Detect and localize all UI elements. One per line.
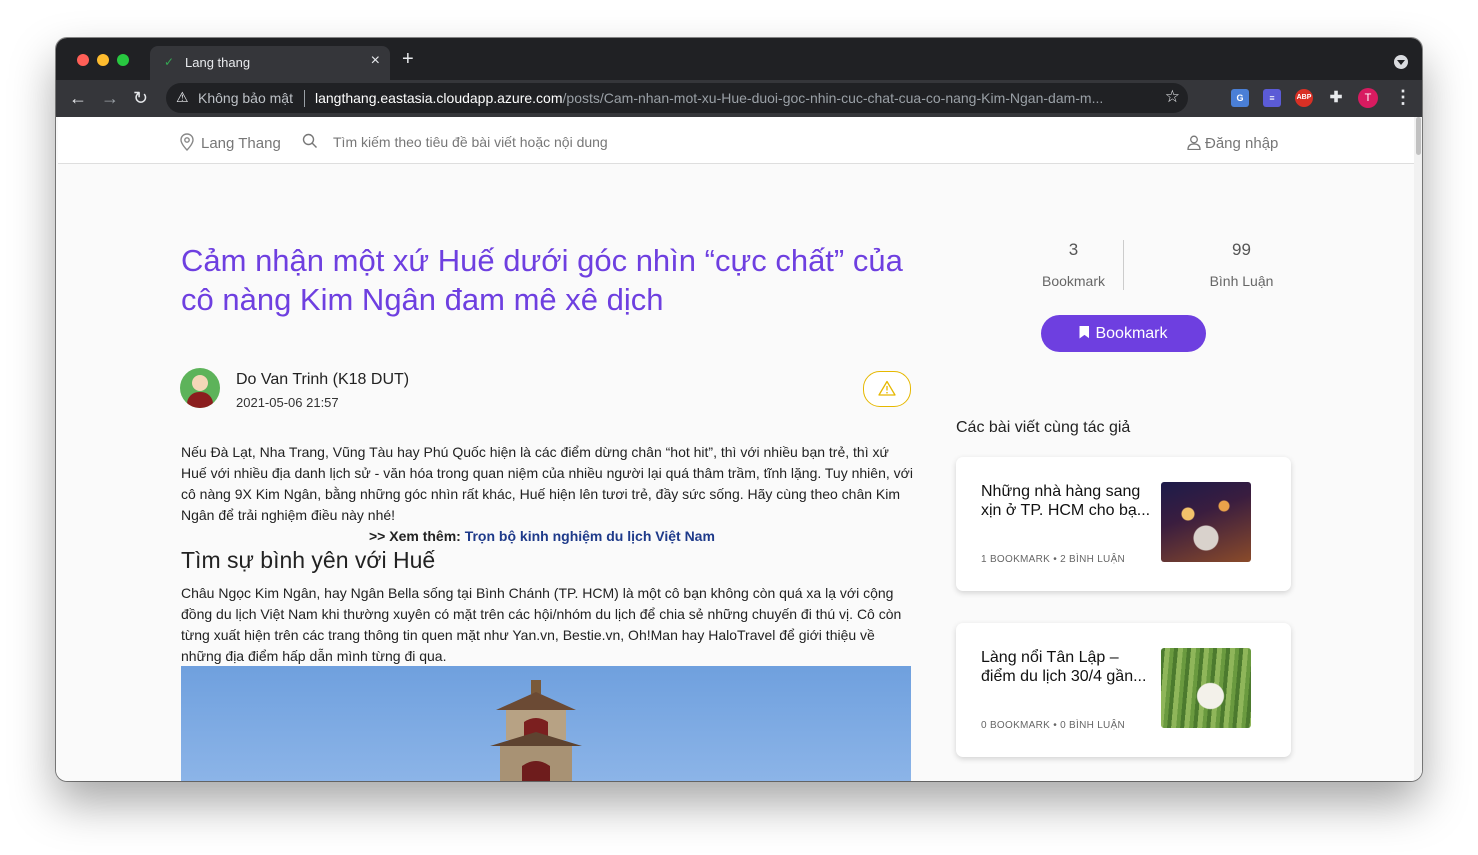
related-post-thumbnail[interactable]	[1161, 648, 1251, 728]
translate-extension-icon[interactable]: G	[1231, 89, 1249, 107]
post-title: Cảm nhận một xứ Huế dưới góc nhìn “cực c…	[181, 243, 903, 317]
browser-toolbar: ← → ↻ ⚠ Không bảo mật langthang.eastasia…	[56, 80, 1422, 117]
forward-icon[interactable]: →	[101, 88, 119, 108]
bookmark-button[interactable]: Bookmark	[1041, 315, 1206, 352]
insecure-warning-icon[interactable]: ⚠	[176, 89, 189, 106]
login-label: Đăng nhập	[1205, 135, 1279, 152]
related-post-card[interactable]: Làng nổi Tân Lập – điểm du lịch 30/4 gần…	[956, 623, 1291, 757]
related-post-meta: 1 BOOKMARK • 2 BÌNH LUẬN	[981, 554, 1126, 565]
address-bar[interactable]: ⚠ Không bảo mật langthang.eastasia.cloud…	[166, 83, 1188, 113]
user-icon	[1187, 135, 1201, 151]
related-post-meta: 0 BOOKMARK • 0 BÌNH LUẬN	[981, 720, 1126, 731]
warning-icon	[878, 380, 896, 396]
adblock-extension-icon[interactable]: ABP	[1295, 89, 1313, 107]
bookmark-icon	[1079, 325, 1090, 339]
author-avatar[interactable]	[180, 368, 220, 408]
related-posts-title: Các bài viết cùng tác giả	[956, 419, 1131, 436]
puzzle-extensions-icon[interactable]: ✚	[1327, 89, 1345, 107]
post-date: 2021-05-06 21:57	[236, 395, 339, 410]
reload-icon[interactable]: ↻	[133, 88, 148, 108]
tab-bar: ✓ Lang thang × +	[56, 38, 1422, 80]
url-text[interactable]: langthang.eastasia.cloudapp.azure.com/po…	[315, 90, 1150, 106]
tab-search-icon[interactable]	[1394, 55, 1408, 69]
comment-stat: 99 Bình Luận	[1159, 240, 1324, 289]
tab-title: Lang thang	[185, 55, 251, 70]
post-stats: 3 Bookmark 99 Bình Luận	[991, 240, 1321, 290]
browser-window: ✓ Lang thang × + ← → ↻ ⚠ Không bảo mật l…	[56, 38, 1422, 781]
comment-count: 99	[1232, 240, 1251, 259]
new-tab-icon[interactable]: +	[402, 49, 414, 69]
bookmark-button-label: Bookmark	[1095, 324, 1168, 342]
maximize-window-button[interactable]	[117, 54, 129, 66]
map-pin-icon[interactable]	[180, 133, 194, 156]
web-page: Lang Thang Đăng nhập Cảm nhận một xứ Huế…	[56, 117, 1422, 781]
see-more-prefix: >> Xem thêm:	[369, 528, 465, 544]
related-post-card[interactable]: Những nhà hàng sang xịn ở TP. HCM cho bạ…	[956, 457, 1291, 591]
security-label[interactable]: Không bảo mật	[198, 90, 293, 106]
bookmark-stat: 3 Bookmark	[991, 240, 1156, 289]
comment-stat-label: Bình Luận	[1209, 273, 1274, 289]
author-name[interactable]: Do Van Trinh (K18 DUT)	[236, 371, 409, 389]
intro-paragraph: Nếu Đà Lạt, Nha Trang, Vũng Tàu hay Phú …	[181, 444, 913, 523]
bookmark-star-icon[interactable]: ☆	[1165, 87, 1180, 107]
brand-link[interactable]: Lang Thang	[201, 135, 281, 152]
pagoda-illustration	[490, 680, 582, 781]
related-post-thumbnail[interactable]	[1161, 482, 1251, 562]
see-more: >> Xem thêm: Trọn bộ kinh nghiệm du lịch…	[369, 528, 715, 544]
extension-icon[interactable]: ≡	[1263, 89, 1281, 107]
section-heading: Tìm sự bình yên với Huế	[181, 547, 436, 573]
minimize-window-button[interactable]	[97, 54, 109, 66]
url-host: langthang.eastasia.cloudapp.azure.com	[315, 90, 563, 106]
favicon-icon: ✓	[164, 55, 175, 69]
stats-divider	[1123, 240, 1124, 290]
page-scrollbar[interactable]	[1414, 117, 1422, 781]
report-button[interactable]	[863, 371, 911, 407]
omnibox-separator	[304, 90, 305, 107]
login-link[interactable]: Đăng nhập	[1187, 135, 1278, 152]
browser-menu-icon[interactable]: ⋮	[1394, 87, 1412, 107]
back-icon[interactable]: ←	[69, 88, 87, 108]
close-window-button[interactable]	[77, 54, 89, 66]
bookmark-stat-label: Bookmark	[1041, 273, 1106, 289]
related-post-title[interactable]: Những nhà hàng sang xịn ở TP. HCM cho bạ…	[981, 482, 1151, 520]
profile-avatar[interactable]: T	[1358, 88, 1378, 108]
scrollbar-thumb[interactable]	[1416, 117, 1421, 155]
search-input[interactable]	[333, 134, 733, 150]
tab-close-icon[interactable]: ×	[371, 52, 380, 70]
search-icon[interactable]	[302, 133, 318, 154]
bookmark-count: 3	[1068, 240, 1079, 259]
body-paragraph: Châu Ngọc Kim Ngân, hay Ngân Bella sống …	[181, 585, 902, 664]
related-post-title[interactable]: Làng nổi Tân Lập – điểm du lịch 30/4 gần…	[981, 648, 1151, 686]
hero-image	[181, 666, 911, 781]
url-path: /posts/Cam-nhan-mot-xu-Hue-duoi-goc-nhin…	[562, 90, 1104, 106]
tab-lang-thang[interactable]: ✓ Lang thang ×	[150, 46, 390, 80]
see-more-link[interactable]: Trọn bộ kinh nghiệm du lịch Việt Nam	[465, 528, 715, 544]
site-header: Lang Thang Đăng nhập	[58, 117, 1422, 164]
